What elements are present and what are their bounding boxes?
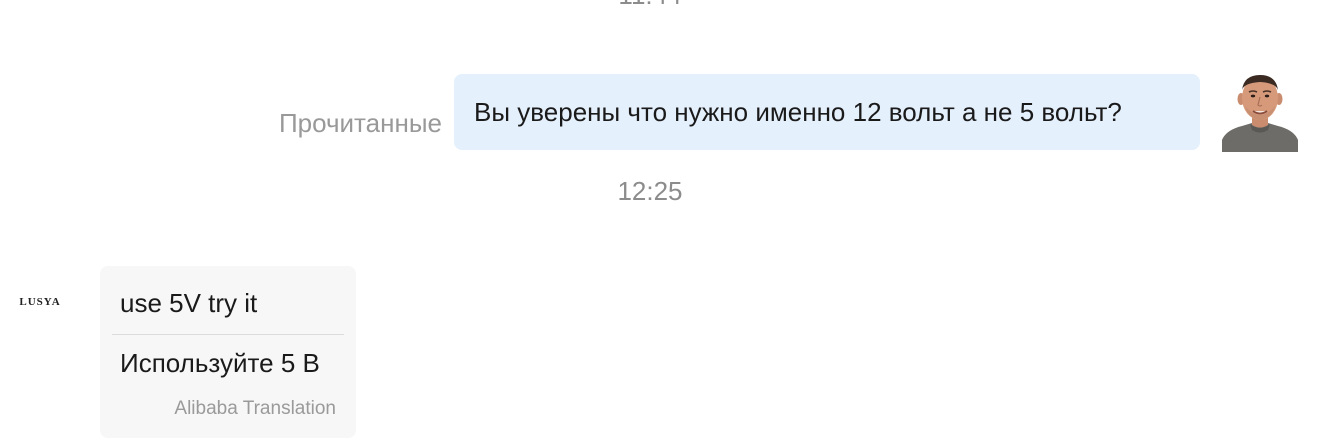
timestamp-previous: 11:44 bbox=[0, 0, 1300, 11]
translation-divider bbox=[112, 334, 344, 335]
incoming-original-text: use 5V try it bbox=[120, 288, 258, 318]
user-photo-avatar-icon bbox=[1222, 75, 1298, 152]
incoming-message-bubble: use 5V try it Используйте 5 В Alibaba Tr… bbox=[100, 266, 356, 438]
user-avatar-icon[interactable] bbox=[1220, 72, 1300, 152]
read-status-label: Прочитанные bbox=[278, 108, 442, 138]
timestamp-current: 12:25 bbox=[617, 176, 683, 206]
seller-avatar-logo-icon[interactable]: LUSYA bbox=[16, 296, 64, 312]
outgoing-message-text: Вы уверены что нужно именно 12 вольт а н… bbox=[474, 96, 1122, 127]
incoming-translated-text: Используйте 5 В bbox=[120, 348, 320, 378]
translation-credit-label: Alibaba Translation bbox=[174, 398, 336, 419]
outgoing-message-bubble: Вы уверены что нужно именно 12 вольт а н… bbox=[454, 74, 1200, 150]
